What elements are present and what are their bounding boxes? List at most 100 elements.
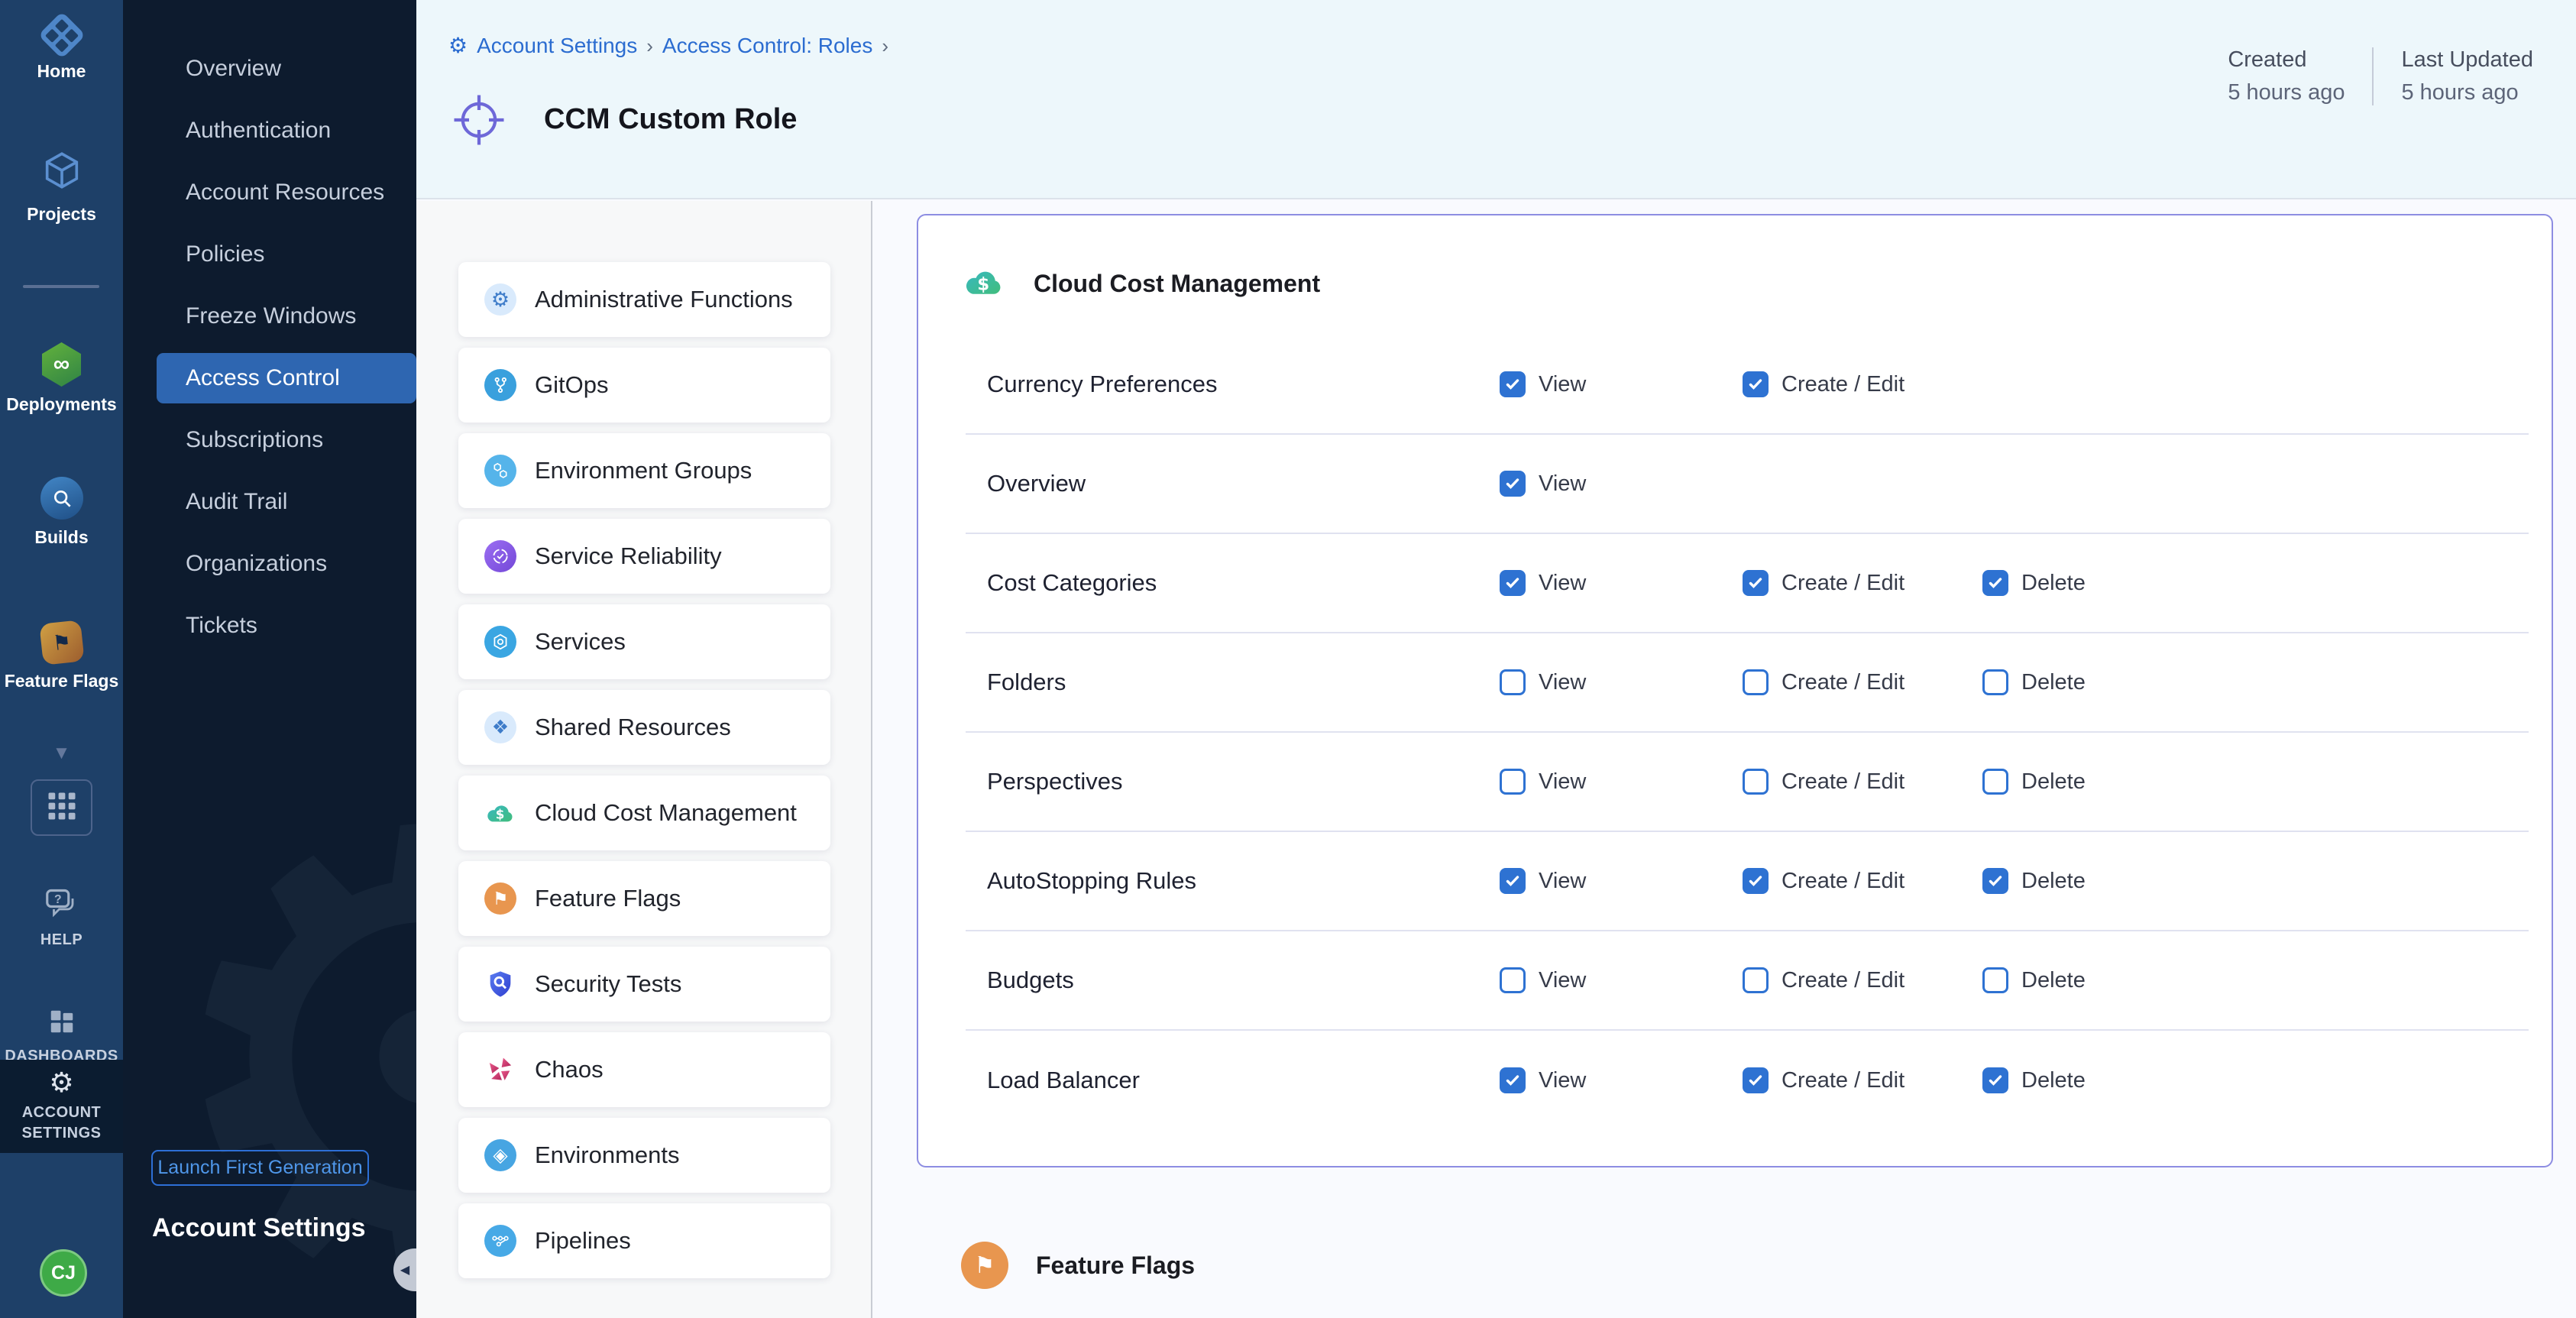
load-balancer-delete-checkbox[interactable] — [1982, 1067, 2008, 1093]
permission-view: View — [1500, 570, 1586, 596]
autostopping-rules-create-edit-checkbox[interactable] — [1743, 868, 1769, 894]
reliability-icon — [484, 540, 516, 572]
collapse-arrow-icon: ◀ — [400, 1262, 409, 1278]
folders-view-checkbox[interactable] — [1500, 669, 1526, 695]
autostopping-rules-delete-checkbox[interactable] — [1982, 868, 2008, 894]
nav-feature-flags[interactable]: ⚑ Feature Flags — [0, 622, 123, 691]
overview-view-checkbox[interactable] — [1500, 471, 1526, 497]
autostopping-rules-view-checkbox[interactable] — [1500, 868, 1526, 894]
user-avatar[interactable]: CJ — [40, 1249, 87, 1297]
folders-delete-checkbox[interactable] — [1982, 669, 2008, 695]
sidebar-item-access-control[interactable]: Access Control — [157, 353, 416, 403]
chevron-down-icon[interactable]: ▼ — [0, 743, 123, 764]
permission-label: Create / Edit — [1782, 372, 1904, 397]
permission-label: Create / Edit — [1782, 869, 1904, 894]
permission-row-folders: FoldersViewCreate / EditDelete — [966, 633, 2529, 733]
category-item-feature-flags[interactable]: ⚑Feature Flags — [458, 861, 830, 936]
permission-view: View — [1500, 669, 1586, 695]
category-item-security-tests[interactable]: Security Tests — [458, 947, 830, 1022]
perspectives-delete-checkbox[interactable] — [1982, 769, 2008, 795]
category-item-gitops[interactable]: GitOps — [458, 348, 830, 423]
permission-rows: Currency PreferencesViewCreate / EditOve… — [966, 335, 2529, 1130]
budgets-view-checkbox[interactable] — [1500, 967, 1526, 993]
nav-help-label: HELP — [40, 930, 83, 950]
nav-help[interactable]: ? HELP — [0, 888, 123, 950]
category-label: Service Reliability — [535, 542, 722, 570]
category-item-services[interactable]: Services — [458, 604, 830, 679]
cost-categories-create-edit-checkbox[interactable] — [1743, 570, 1769, 596]
chaos-pinwheel-icon — [484, 1054, 516, 1086]
last-updated-meta: Last Updated 5 hours ago — [2372, 47, 2561, 105]
nav-projects[interactable]: Projects — [0, 148, 123, 225]
currency-preferences-view-checkbox[interactable] — [1500, 371, 1526, 397]
cost-categories-delete-checkbox[interactable] — [1982, 570, 2008, 596]
permission-label: Delete — [2021, 869, 2086, 894]
permission-delete: Delete — [1982, 570, 2086, 596]
category-item-service-reliability[interactable]: Service Reliability — [458, 519, 830, 594]
sidebar-item-freeze-windows[interactable]: Freeze Windows — [123, 285, 416, 347]
harness-app: Home Projects ∞ Deployments Builds ⚑ Fea… — [0, 0, 2576, 1318]
breadcrumb-access-control-roles[interactable]: Access Control: Roles — [662, 34, 872, 58]
sidebar-collapse-button[interactable]: ◀ — [393, 1248, 416, 1291]
cloud-cost-icon: $ — [962, 260, 1006, 308]
category-item-environments[interactable]: ◈Environments — [458, 1118, 830, 1193]
nav-deployments[interactable]: ∞ Deployments — [0, 342, 123, 415]
feature-flags-section-title: Feature Flags — [1036, 1252, 1195, 1280]
nav-builds[interactable]: Builds — [0, 477, 123, 548]
perspectives-view-checkbox[interactable] — [1500, 769, 1526, 795]
panel-section-title: Cloud Cost Management — [1034, 270, 1320, 298]
sidebar-item-tickets[interactable]: Tickets — [123, 594, 416, 656]
load-balancer-create-edit-checkbox[interactable] — [1743, 1067, 1769, 1093]
category-label: Security Tests — [535, 970, 681, 998]
category-label: Environments — [535, 1142, 680, 1169]
sidebar-item-authentication[interactable]: Authentication — [123, 99, 416, 161]
budgets-delete-checkbox[interactable] — [1982, 967, 2008, 993]
currency-preferences-create-edit-checkbox[interactable] — [1743, 371, 1769, 397]
cost-categories-view-checkbox[interactable] — [1500, 570, 1526, 596]
breadcrumb-separator: › — [882, 34, 888, 58]
nav-account-settings[interactable]: ⚙ ACCOUNTSETTINGS — [0, 1060, 123, 1153]
sidebar-item-subscriptions[interactable]: Subscriptions — [123, 409, 416, 471]
category-item-administrative-functions[interactable]: ⚙Administrative Functions — [458, 262, 830, 337]
permission-view: View — [1500, 371, 1586, 397]
permission-row-perspectives: PerspectivesViewCreate / EditDelete — [966, 733, 2529, 832]
category-item-shared-resources[interactable]: ❖Shared Resources — [458, 690, 830, 765]
breadcrumb-account-settings[interactable]: Account Settings — [477, 34, 637, 58]
nav-home[interactable]: Home — [0, 12, 123, 82]
sidebar-item-label: Account Resources — [186, 180, 384, 206]
permission-row-label: Currency Preferences — [987, 371, 1218, 398]
category-item-pipelines[interactable]: Pipelines — [458, 1203, 830, 1278]
permission-create-edit: Create / Edit — [1743, 570, 1904, 596]
permission-row-label: Load Balancer — [987, 1067, 1140, 1094]
svg-text:$: $ — [977, 274, 989, 294]
launch-first-generation-button[interactable]: Launch First Generation — [151, 1150, 369, 1186]
category-item-cloud-cost-management[interactable]: $Cloud Cost Management — [458, 776, 830, 850]
nav-dashboards[interactable]: DASHBOARDS — [0, 1007, 123, 1067]
budgets-create-edit-checkbox[interactable] — [1743, 967, 1769, 993]
sidebar-item-organizations[interactable]: Organizations — [123, 533, 416, 594]
account-settings-sidebar: ⚙ OverviewAuthenticationAccount Resource… — [123, 0, 416, 1318]
permission-view: View — [1500, 1067, 1586, 1093]
sidebar-item-label: Policies — [186, 241, 264, 267]
sidebar-item-policies[interactable]: Policies — [123, 223, 416, 285]
permission-row-load-balancer: Load BalancerViewCreate / EditDelete — [966, 1031, 2529, 1130]
sidebar-item-account-resources[interactable]: Account Resources — [123, 161, 416, 223]
sidebar-item-audit-trail[interactable]: Audit Trail — [123, 471, 416, 533]
permission-label: View — [1539, 670, 1586, 695]
permission-row-label: AutoStopping Rules — [987, 867, 1196, 895]
panel-header: $ Cloud Cost Management — [962, 260, 1320, 308]
nav-projects-label: Projects — [27, 204, 96, 225]
category-item-chaos[interactable]: Chaos — [458, 1032, 830, 1107]
sidebar-item-label: Authentication — [186, 118, 331, 144]
folders-create-edit-checkbox[interactable] — [1743, 669, 1769, 695]
load-balancer-view-checkbox[interactable] — [1500, 1067, 1526, 1093]
deployments-infinity-icon: ∞ — [40, 342, 84, 387]
perspectives-create-edit-checkbox[interactable] — [1743, 769, 1769, 795]
sidebar-item-label: Audit Trail — [186, 489, 287, 515]
last-updated-label: Last Updated — [2401, 47, 2533, 73]
permission-label: View — [1539, 968, 1586, 993]
hexagons-icon — [484, 455, 516, 487]
module-selector-button[interactable] — [31, 779, 92, 836]
sidebar-item-overview[interactable]: Overview — [123, 37, 416, 99]
category-item-environment-groups[interactable]: Environment Groups — [458, 433, 830, 508]
